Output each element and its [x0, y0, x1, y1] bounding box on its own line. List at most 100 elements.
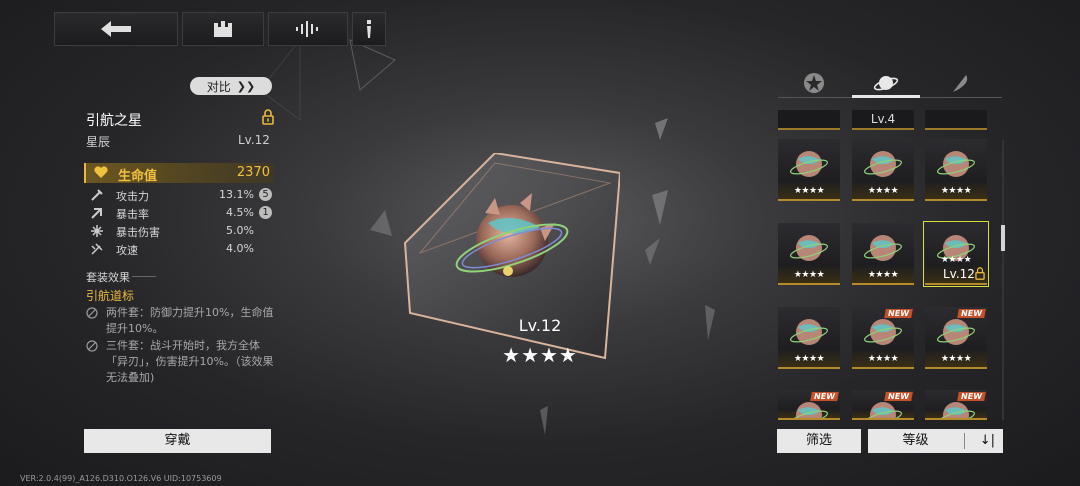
compare-button[interactable]: 对比 ❯❯ — [190, 77, 272, 95]
sort-order-icon[interactable]: ↓| — [980, 429, 995, 453]
planet-icon — [873, 76, 899, 91]
card-stars: ★★★★ — [793, 270, 825, 280]
new-badge: NEW — [884, 392, 913, 401]
set-effect-title: 套装效果 — [86, 271, 130, 284]
item-card[interactable]: NEW — [925, 390, 987, 420]
info-button[interactable] — [352, 12, 386, 46]
stat-row-crit-damage: 暴击伤害 5.0% — [84, 223, 274, 239]
stat-value: 5.0% — [226, 224, 254, 237]
card-stars: ★★★★ — [793, 354, 825, 364]
stat-rank-badge: 1 — [259, 206, 272, 219]
item-card[interactable]: ★★★★ — [925, 139, 987, 201]
disabled-icon — [86, 307, 98, 319]
set-name: 引航道标 — [86, 289, 135, 303]
stat-label: 攻击力 — [116, 190, 149, 203]
stat-row-attack-speed: 攻速 4.0% — [84, 241, 274, 257]
item-type: 星辰 — [86, 135, 111, 149]
column-header — [925, 110, 987, 130]
main-stat-label: 生命值 — [118, 169, 158, 184]
speed-icon — [91, 243, 103, 255]
new-badge: NEW — [810, 392, 839, 401]
card-stars: ★★★★ — [940, 186, 972, 196]
column-header — [778, 110, 840, 130]
stat-label: 暴击率 — [116, 208, 149, 221]
item-level: Lv.12 — [238, 133, 270, 147]
item-card[interactable]: ★★★★ — [852, 223, 914, 285]
stat-label: 攻速 — [116, 244, 138, 257]
tab-flower[interactable] — [780, 68, 848, 98]
display-stars: ★★★★ — [502, 343, 578, 367]
star-item-icon — [864, 319, 902, 345]
star-item-icon — [790, 151, 828, 177]
star-item-icon — [937, 319, 975, 345]
card-level: Lv.12 — [943, 267, 975, 281]
compare-label: 对比 — [206, 79, 231, 94]
item-card[interactable]: NEW — [778, 390, 840, 420]
filter-button[interactable]: 筛选 — [777, 429, 861, 453]
stat-value: 4.5% — [226, 206, 254, 219]
stat-value: 13.1% — [219, 188, 254, 201]
column-header: Lv.4 — [852, 110, 914, 130]
new-badge: NEW — [957, 309, 986, 318]
new-badge: NEW — [884, 309, 913, 318]
heart-icon — [94, 166, 108, 178]
main-stat-value: 2370 — [236, 165, 270, 180]
item-card[interactable]: NEW ★★★★ — [925, 307, 987, 369]
sword-icon — [91, 189, 103, 201]
sound-button[interactable] — [268, 12, 348, 46]
display-level: Lv.12 — [518, 316, 562, 335]
chevron-right-icon: ❯❯ — [236, 79, 256, 93]
feather-icon — [953, 75, 968, 92]
scrollbar-track[interactable] — [1002, 140, 1004, 420]
home-button[interactable] — [182, 12, 264, 46]
back-button[interactable] — [54, 12, 178, 46]
item-card[interactable]: NEW — [852, 390, 914, 420]
lock-icon[interactable] — [262, 109, 274, 125]
item-card[interactable]: NEW ★★★★ — [852, 307, 914, 369]
set-two-piece-desc: 两件套：防御力提升10%，生命值提升10%。 — [106, 306, 274, 335]
set-three-piece-desc: 三件套：战斗开始时，我方全体「异刃」，伤害提升10%。（该效果无法叠加) — [106, 339, 274, 384]
main-stat-row: 生命值 2370 — [84, 163, 274, 184]
item-card[interactable]: ★★★★ — [852, 139, 914, 201]
info-icon — [367, 20, 371, 38]
arrow-up-icon — [91, 208, 102, 219]
item-name: 引航之星 — [86, 113, 142, 129]
item-card[interactable]: ★★★★ Lv.12 — [923, 221, 989, 287]
item-card[interactable]: ★★★★ — [778, 307, 840, 369]
scrollbar-thumb[interactable] — [1001, 225, 1005, 251]
star-item-icon — [790, 235, 828, 261]
stat-label: 暴击伤害 — [116, 226, 160, 239]
equip-button[interactable]: 穿戴 — [84, 429, 271, 453]
stat-row-crit-rate: 暴击率 4.5% 1 — [84, 205, 274, 221]
star-item-icon — [864, 151, 902, 177]
lock-icon — [975, 267, 985, 280]
tab-feather[interactable] — [926, 68, 994, 98]
sort-label: 等级 — [902, 433, 929, 448]
divider — [132, 276, 156, 277]
star-item-icon — [864, 235, 902, 261]
tab-planet[interactable] — [852, 68, 920, 98]
burst-icon — [91, 225, 103, 237]
castle-icon — [214, 21, 232, 37]
waveform-icon — [296, 21, 318, 37]
card-stars: ★★★★ — [793, 186, 825, 196]
item-card[interactable]: ★★★★ — [778, 223, 840, 285]
divider — [964, 433, 965, 449]
star-item-icon — [937, 151, 975, 177]
version-footer: VER:2.0.4(99)_A126.D310.O126.V6 UID:1075… — [20, 474, 222, 483]
card-stars: ★★★★ — [867, 270, 899, 280]
back-arrow-icon — [101, 21, 131, 37]
new-badge: NEW — [957, 392, 986, 401]
card-stars: ★★★★ — [867, 186, 899, 196]
active-tab-indicator — [852, 95, 920, 98]
sort-button[interactable]: 等级 ↓| — [868, 429, 1003, 453]
stat-row-attack: 攻击力 13.1% 5 — [84, 187, 274, 203]
item-card[interactable]: ★★★★ — [778, 139, 840, 201]
card-stars: ★★★★ — [940, 255, 972, 265]
stat-rank-badge: 5 — [259, 188, 272, 201]
star-item-icon — [790, 319, 828, 345]
stat-value: 4.0% — [226, 242, 254, 255]
flower-icon — [804, 73, 824, 93]
disabled-icon — [86, 340, 98, 352]
card-stars: ★★★★ — [940, 354, 972, 364]
